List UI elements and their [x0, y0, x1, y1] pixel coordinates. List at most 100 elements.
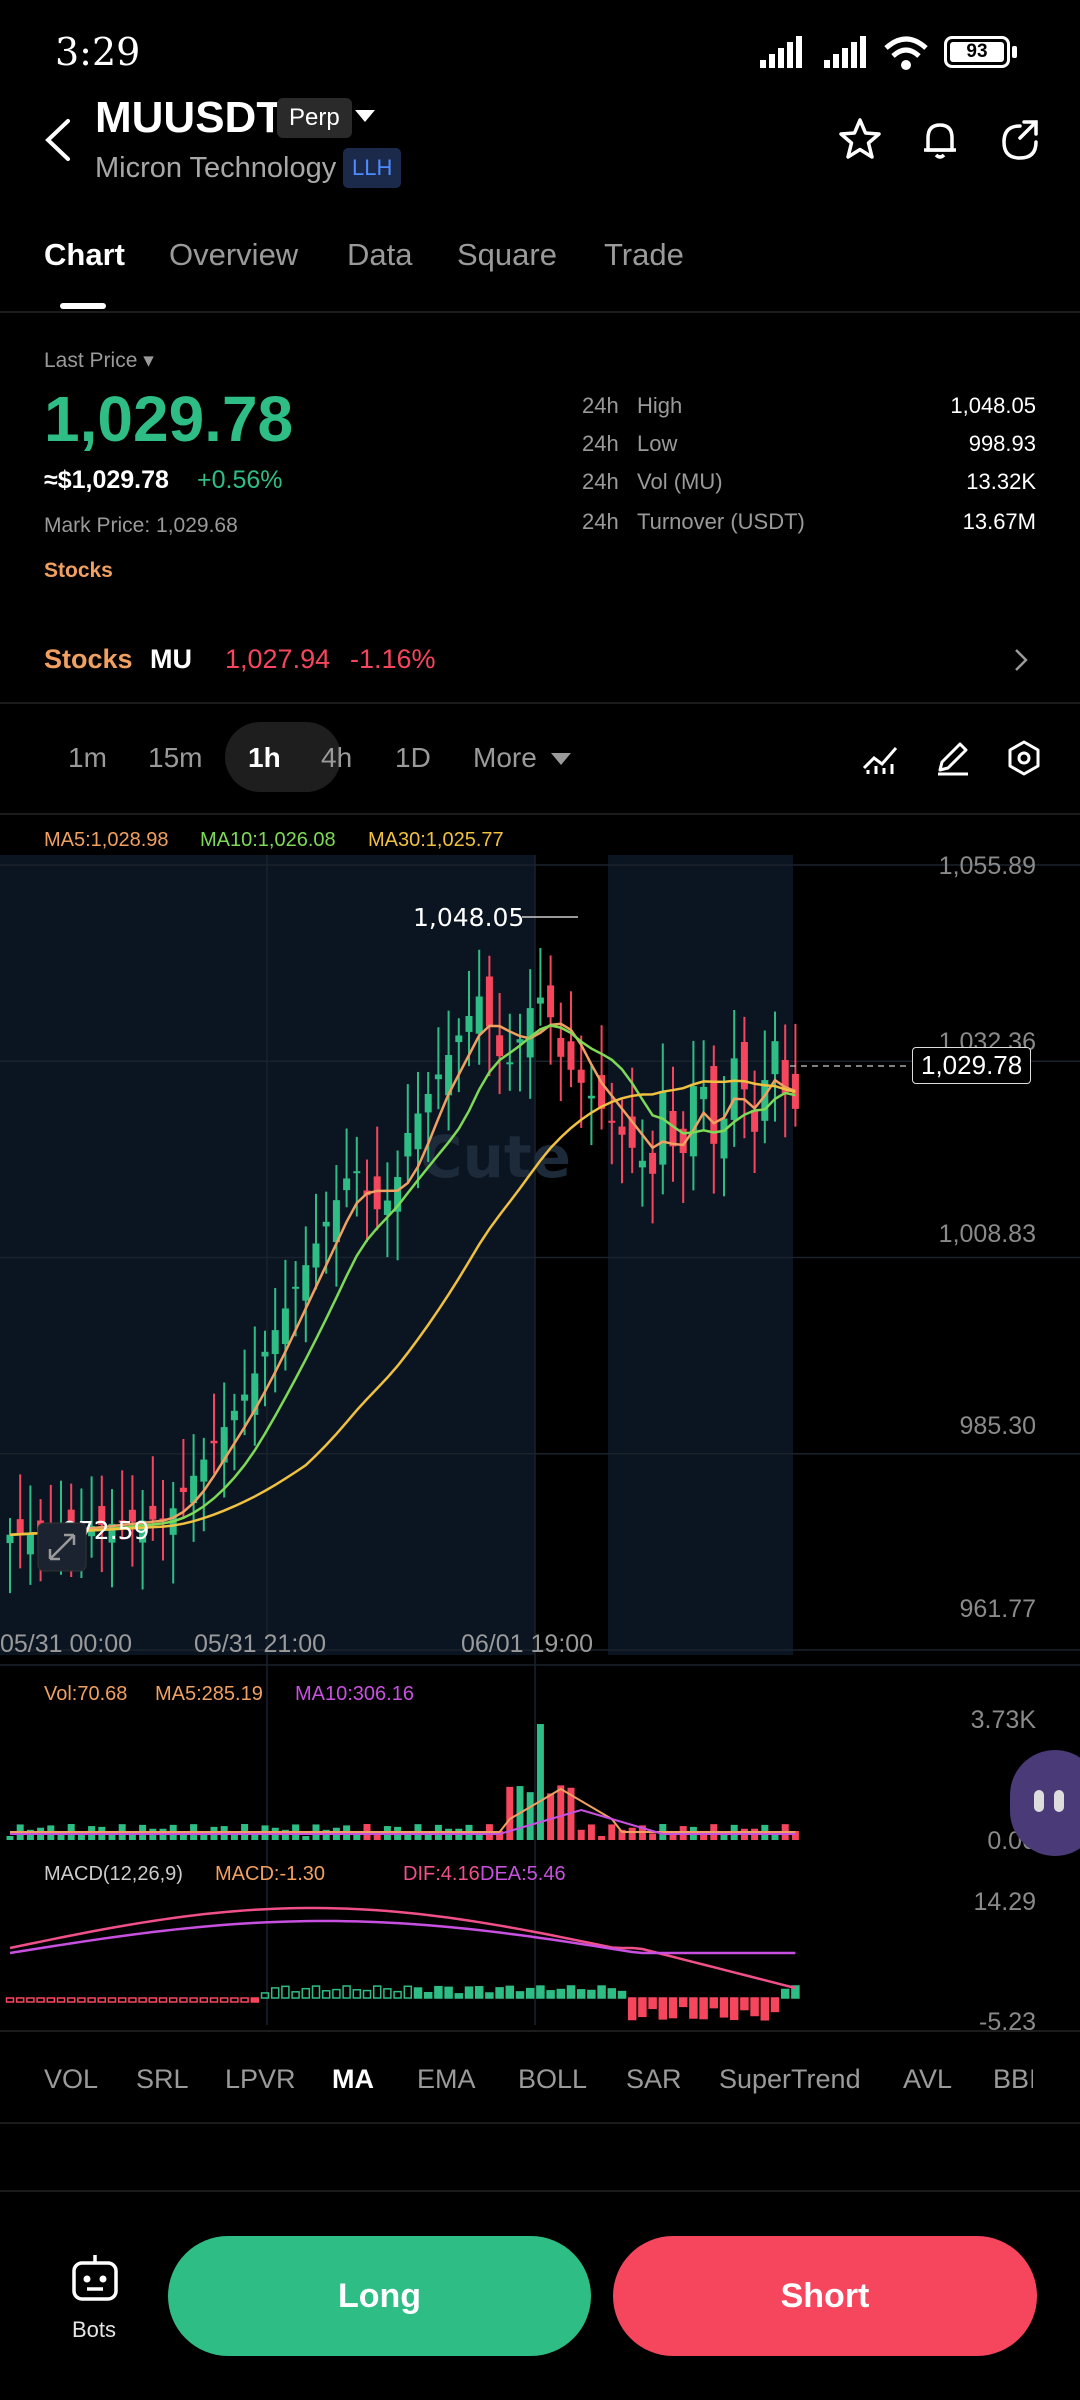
tab-overview[interactable]: Overview — [169, 237, 298, 273]
symbol-title[interactable]: MUUSDT — [95, 93, 283, 143]
tab-data[interactable]: Data — [347, 237, 412, 273]
macd-bar — [56, 1997, 66, 2003]
tab-trade[interactable]: Trade — [604, 237, 684, 273]
pencil-icon[interactable] — [932, 738, 972, 778]
volume-bar — [6, 1836, 14, 1840]
macd-bar — [689, 1997, 698, 2019]
timeframe-4h[interactable]: 4h — [321, 742, 352, 774]
candle-body — [373, 1176, 381, 1210]
candlestick-chart[interactable]: Cute 1,048.05 972.59 — [0, 815, 1080, 2045]
x-axis-label: 05/31 21:00 — [194, 1630, 327, 1658]
macd-bar — [638, 1997, 647, 2018]
macd-bar — [607, 1988, 617, 1999]
timeframe-15m[interactable]: 15m — [148, 742, 202, 774]
macd-panel — [5, 1906, 800, 2021]
macd-bar — [117, 1997, 127, 2003]
macd-bar — [199, 1997, 209, 2003]
timeframe-1m[interactable]: 1m — [68, 742, 107, 774]
macd-bar — [250, 1997, 260, 2003]
macd-bar — [372, 1985, 382, 1999]
watermark: Cute — [420, 1123, 571, 1191]
macd-bar — [740, 1997, 749, 2011]
contract-type-badge[interactable]: Perp — [277, 98, 352, 138]
candle-body — [414, 1113, 422, 1150]
back-arrow-icon[interactable] — [40, 115, 80, 165]
stat-period: 24h — [582, 509, 619, 534]
timeframe-1d[interactable]: 1D — [395, 742, 431, 774]
macd-bar — [5, 1997, 15, 2003]
long-button[interactable]: Long — [168, 2236, 591, 2356]
stat-value: 13.32K — [966, 469, 1036, 494]
star-icon[interactable] — [836, 116, 884, 164]
floating-assistant-button[interactable] — [1010, 1750, 1080, 1856]
macd-bar — [189, 1997, 198, 2003]
last-price-label[interactable]: Last Price ▾ — [44, 348, 154, 373]
candle-body — [577, 1069, 585, 1083]
indicator-ma[interactable]: MA — [332, 2064, 374, 2095]
candle-body — [6, 1534, 14, 1544]
candle-body — [322, 1221, 330, 1227]
macd-bar — [485, 1992, 494, 1999]
indicator-supertrend[interactable]: SuperTrend — [719, 2064, 861, 2095]
indicator-sar[interactable]: SAR — [626, 2064, 682, 2095]
macd-bar — [515, 1991, 525, 1999]
settings-icon[interactable] — [1004, 738, 1044, 778]
short-button[interactable]: Short — [613, 2236, 1037, 2356]
macd-bar — [87, 1997, 96, 2003]
vol-y-label: 3.73K — [970, 1706, 1036, 1734]
volume-bar — [547, 1793, 555, 1840]
indicator-lpvr[interactable]: LPVR — [225, 2064, 296, 2095]
macd-bar — [525, 1987, 535, 1999]
indicator-ema[interactable]: EMA — [417, 2064, 476, 2095]
volume-bar — [577, 1829, 585, 1840]
candle-body — [455, 1035, 463, 1043]
macd-bar — [107, 1997, 117, 2003]
indicator-avl[interactable]: AVL — [903, 2064, 952, 2095]
indicator-vol[interactable]: VOL — [44, 2064, 98, 2095]
macd-name-legend: MACD(12,26,9) — [44, 1863, 183, 1885]
bell-icon[interactable] — [916, 116, 964, 164]
chevron-down-icon — [550, 753, 571, 765]
macd-bar — [158, 1997, 168, 2003]
status-bar: 3:29 93 — [0, 0, 1080, 100]
x-axis-label: 05/31 00:00 — [0, 1630, 133, 1658]
macd-bar — [780, 1988, 790, 1999]
stat-period: 24h — [582, 393, 619, 418]
volume-bar — [302, 1835, 310, 1840]
macd-bar — [474, 1986, 484, 1999]
macd-bar — [383, 1988, 392, 1999]
stat-value: 998.93 — [968, 431, 1036, 456]
dif-legend: DIF:4.16 — [403, 1863, 480, 1885]
candle-body — [475, 996, 483, 1034]
timeframe-more[interactable]: More — [473, 742, 571, 774]
volume-bar — [526, 1792, 534, 1840]
macd-bar — [352, 1989, 362, 1999]
indicator-icon[interactable] — [860, 738, 900, 778]
vol-ma5-legend: MA5:285.19 — [155, 1683, 263, 1705]
related-stock-row[interactable]: Stocks MU 1,027.94 -1.16% — [0, 610, 1080, 706]
timeframe-1h[interactable]: 1h — [248, 742, 281, 774]
indicator-srl[interactable]: SRL — [136, 2064, 189, 2095]
ma5-legend: MA5:1,028.98 — [44, 829, 169, 851]
indicator-boll[interactable]: BOLL — [518, 2064, 587, 2095]
macd-bar — [179, 1997, 188, 2003]
volume-bar — [628, 1827, 636, 1840]
volume-bar — [179, 1834, 187, 1840]
candle-body — [241, 1394, 249, 1401]
indicator-bbi[interactable]: BBI — [993, 2064, 1033, 2095]
share-icon[interactable] — [996, 116, 1044, 164]
macd-bar — [148, 1997, 158, 2003]
stat-name: Turnover (USDT) — [637, 509, 805, 534]
candle-body — [506, 1062, 514, 1065]
tab-square[interactable]: Square — [457, 237, 557, 273]
macd-bar — [230, 1997, 239, 2003]
bots-label[interactable]: Bots — [72, 2317, 116, 2343]
bots-icon[interactable] — [70, 2253, 120, 2305]
macd-bar — [495, 1987, 504, 1999]
candle-body — [281, 1308, 289, 1345]
tab-chart[interactable]: Chart — [44, 237, 125, 273]
candle-body — [26, 1532, 34, 1555]
candle-body — [16, 1519, 24, 1534]
chevron-down-icon[interactable] — [355, 110, 375, 124]
macd-bar — [770, 1997, 780, 2013]
